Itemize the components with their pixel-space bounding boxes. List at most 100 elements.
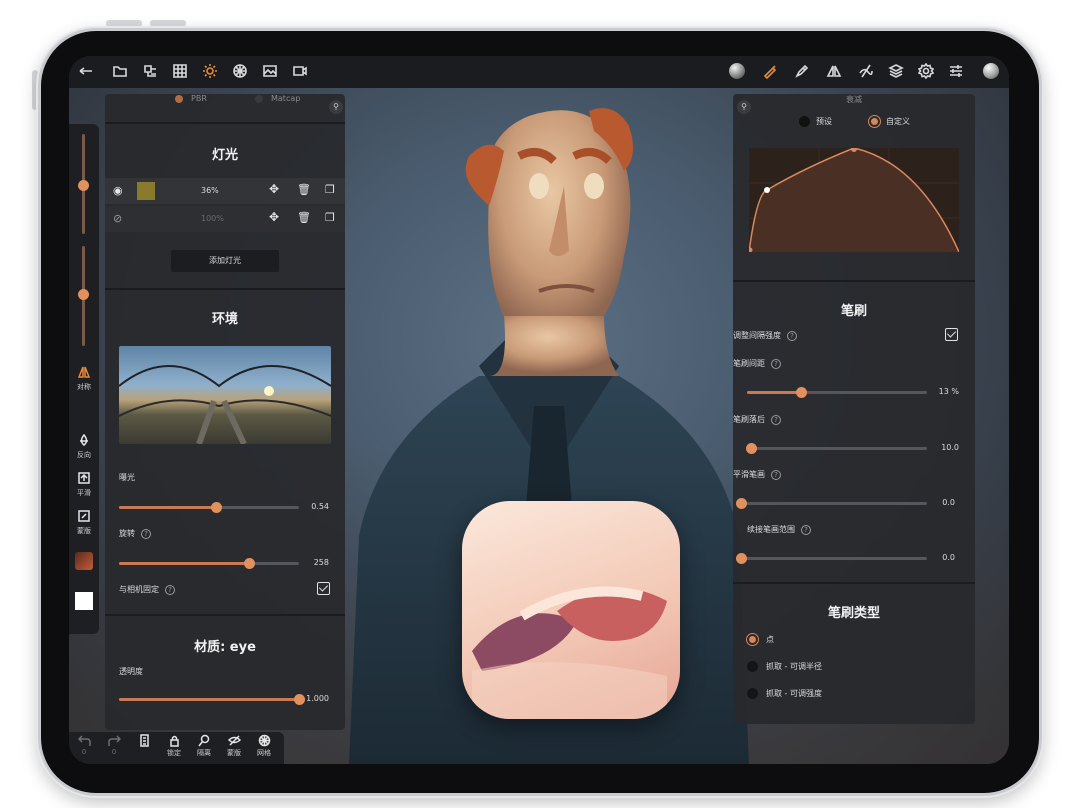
- undo-button[interactable]: 0: [71, 734, 97, 756]
- divider: [733, 582, 975, 584]
- move-icon[interactable]: ✥: [269, 182, 279, 196]
- adjust-spacing-label: 调整间隔强度: [733, 331, 781, 340]
- brush-type-option[interactable]: 抓取 - 可调半径: [747, 661, 822, 672]
- opacity-slider-fill: [119, 698, 299, 701]
- adjust-spacing-checkbox[interactable]: [945, 328, 958, 341]
- mask-button[interactable]: 蒙版: [221, 734, 247, 758]
- rotation-slider-knob[interactable]: [243, 558, 255, 569]
- exposure-slider-knob[interactable]: [211, 502, 223, 513]
- spacing-value: 13 %: [938, 387, 959, 396]
- continue-slider-knob[interactable]: [736, 553, 747, 564]
- sun-icon[interactable]: [201, 63, 219, 81]
- isolate-label: 隔离: [197, 749, 211, 757]
- spacing-slider[interactable]: [747, 387, 927, 398]
- lag-slider-knob[interactable]: [745, 443, 757, 454]
- light-row[interactable]: ⊘ 100% ✥ 🗑 ❐: [105, 206, 345, 232]
- duplicate-icon[interactable]: ❐: [325, 211, 335, 224]
- help-icon[interactable]: ?: [787, 330, 797, 341]
- light-color-swatch[interactable]: [137, 182, 155, 200]
- brush-alpha-swatch[interactable]: [75, 552, 93, 570]
- render-mode-matcap[interactable]: Matcap: [255, 94, 300, 103]
- left-tool-strip: 对称 反向 平滑 蒙版: [69, 124, 99, 634]
- mask-icon[interactable]: [77, 508, 91, 522]
- volume-button-2: [150, 20, 186, 27]
- smooth-stroke-slider[interactable]: [736, 498, 927, 509]
- document-button[interactable]: [131, 734, 157, 748]
- help-icon[interactable]: ?: [771, 414, 781, 425]
- custom-radio[interactable]: 自定义: [869, 116, 910, 127]
- matcap-icon[interactable]: [729, 63, 747, 81]
- help-icon[interactable]: ?: [165, 584, 175, 595]
- invert-icon[interactable]: [77, 432, 91, 446]
- pen-icon[interactable]: [793, 63, 811, 81]
- folder-icon[interactable]: [111, 63, 129, 81]
- divider: [733, 280, 975, 282]
- redo-count: 0: [111, 748, 117, 756]
- color-swatch[interactable]: [75, 592, 93, 610]
- smooth-stroke-slider-knob[interactable]: [736, 498, 747, 509]
- help-icon[interactable]: ?: [801, 524, 811, 535]
- lock-button[interactable]: 锁定: [161, 734, 187, 758]
- strength-slider-knob[interactable]: [78, 289, 89, 300]
- scene-icon[interactable]: [141, 63, 159, 81]
- brush-type-title: 笔刷类型: [827, 606, 880, 621]
- symmetry-label: 对称: [77, 383, 91, 391]
- brush-icon[interactable]: [761, 63, 779, 81]
- eye-icon[interactable]: ◉: [113, 184, 123, 197]
- trash-icon[interactable]: 🗑: [297, 183, 311, 196]
- app-screen: 对称 反向 平滑 蒙版 PBR Matcap ⚲ 灯光 ◉ 36% ✥ 🗑 ❐ …: [69, 56, 1009, 764]
- mesh-button[interactable]: 网格: [251, 734, 277, 758]
- environment-title: 环境: [211, 312, 238, 327]
- settings-icon[interactable]: [917, 62, 935, 81]
- add-light-button[interactable]: 添加灯光: [171, 250, 279, 272]
- brush-type-option[interactable]: 抓取 - 可调强度: [747, 688, 822, 699]
- matcap-label: Matcap: [271, 94, 301, 103]
- layers-icon[interactable]: [887, 63, 905, 81]
- falloff-curve-editor[interactable]: [747, 146, 960, 253]
- eye-off-icon[interactable]: ⊘: [113, 212, 122, 225]
- brush-type-option[interactable]: 点: [747, 634, 774, 645]
- sliders-icon[interactable]: [947, 63, 965, 81]
- image-icon[interactable]: [261, 63, 279, 81]
- app-logo: [462, 501, 680, 719]
- smooth-label: 平滑: [77, 489, 91, 497]
- move-icon[interactable]: ✥: [269, 210, 279, 224]
- smooth-icon[interactable]: [77, 470, 91, 484]
- render-mode-pbr[interactable]: PBR: [175, 94, 207, 103]
- custom-label: 自定义: [886, 117, 910, 126]
- trash-icon[interactable]: 🗑: [297, 211, 311, 224]
- top-toolbar: [69, 56, 1009, 88]
- isolate-button[interactable]: 隔离: [191, 734, 217, 758]
- back-icon[interactable]: [77, 63, 95, 81]
- topology-icon[interactable]: [231, 63, 249, 81]
- material-sphere-icon[interactable]: [983, 63, 1001, 81]
- camera-fixed-checkbox[interactable]: [317, 582, 330, 595]
- help-icon[interactable]: ?: [771, 358, 781, 369]
- help-icon[interactable]: ?: [141, 528, 151, 539]
- opacity-slider[interactable]: [119, 694, 305, 705]
- pin-icon[interactable]: ⚲: [329, 100, 343, 114]
- lag-label: 笔刷落后: [733, 415, 765, 424]
- spacing-slider-knob[interactable]: [796, 387, 807, 398]
- help-icon[interactable]: ?: [771, 469, 781, 480]
- redo-button[interactable]: 0: [101, 734, 127, 756]
- environment-thumbnail[interactable]: [119, 346, 331, 444]
- pin-icon[interactable]: ⚲: [737, 100, 751, 114]
- rotation-slider[interactable]: [119, 558, 299, 569]
- symmetry-icon[interactable]: [77, 364, 91, 378]
- lag-row: 笔刷落后?: [733, 414, 781, 425]
- light-row[interactable]: ◉ 36% ✥ 🗑 ❐: [105, 178, 345, 204]
- stroke-icon[interactable]: [857, 63, 875, 81]
- duplicate-icon[interactable]: ❐: [325, 183, 335, 196]
- radius-slider-knob[interactable]: [78, 180, 89, 191]
- grid-icon[interactable]: [171, 63, 189, 81]
- symmetry-icon[interactable]: [825, 63, 843, 81]
- invert-label: 反向: [77, 451, 91, 459]
- exposure-slider[interactable]: [119, 502, 299, 513]
- lag-slider[interactable]: [745, 443, 927, 454]
- continue-slider[interactable]: [736, 553, 927, 564]
- smooth-stroke-label: 平滑笔画: [733, 470, 765, 479]
- preset-radio[interactable]: 预设: [799, 116, 832, 127]
- opacity-value: 1.000: [306, 694, 329, 703]
- video-icon[interactable]: [291, 63, 309, 81]
